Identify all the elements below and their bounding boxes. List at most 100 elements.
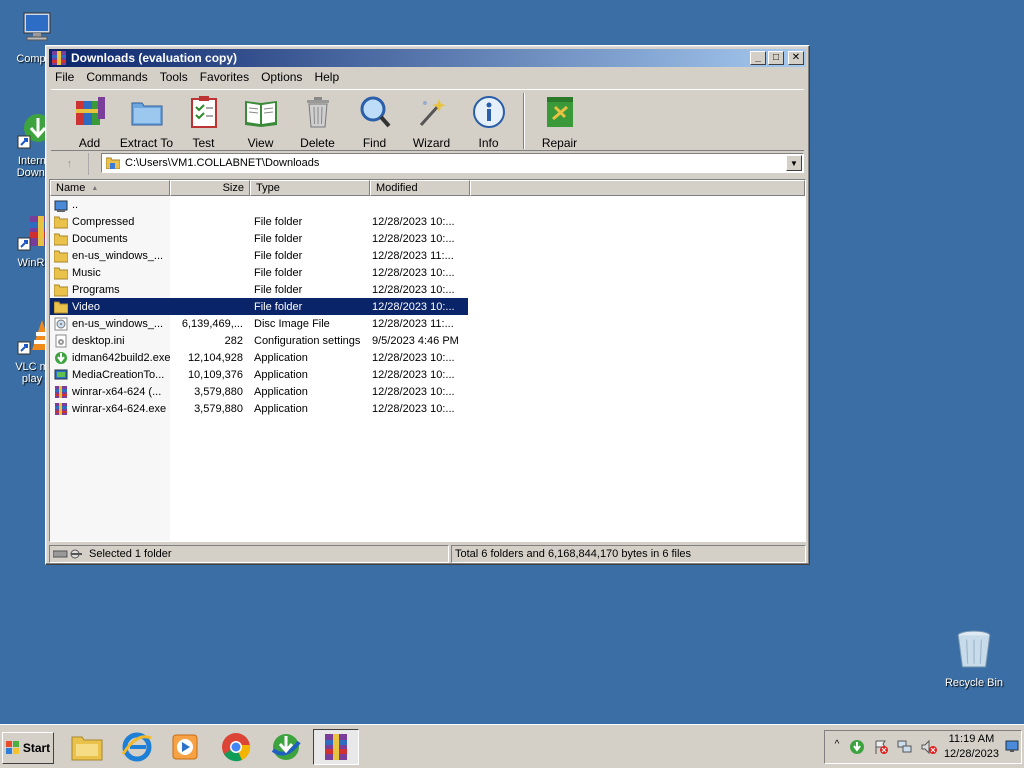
delete-label: Delete — [300, 136, 335, 150]
menu-bar: File Commands Tools Favorites Options He… — [49, 68, 806, 86]
view-label: View — [247, 136, 274, 150]
minimize-button[interactable]: _ — [750, 51, 766, 65]
minimize-icon: _ — [755, 52, 761, 63]
disc-image-icon — [54, 317, 68, 330]
up-one-level-button[interactable]: ↑ — [51, 153, 89, 175]
address-dropdown-button[interactable]: ▼ — [786, 155, 802, 171]
file-name: en-us_windows_... — [72, 249, 164, 262]
info-button[interactable]: Info — [460, 90, 517, 150]
status-selection: Selected 1 folder — [89, 548, 172, 560]
file-row[interactable]: Music File folder 12/28/2023 10:... — [50, 264, 805, 281]
add-button[interactable]: Add — [61, 90, 118, 150]
taskbar-idm[interactable] — [263, 729, 309, 765]
find-button[interactable]: Find — [346, 90, 403, 150]
menu-commands[interactable]: Commands — [80, 70, 153, 84]
file-row[interactable]: en-us_windows_... File folder 12/28/2023 1… — [50, 247, 805, 264]
address-field[interactable]: C:\Users\VM1.COLLABNET\Downloads ▼ — [101, 153, 804, 173]
taskbar-chrome[interactable] — [213, 729, 259, 765]
file-type: File folder — [254, 249, 303, 262]
trash-icon — [306, 97, 329, 128]
column-size-label: Size — [222, 182, 244, 194]
folder-icon — [106, 157, 120, 169]
file-name-cell: winrar-x64-624.exe — [50, 402, 170, 416]
info-label: Info — [478, 136, 499, 150]
menu-favorites[interactable]: Favorites — [194, 70, 255, 84]
taskbar: Start ^ 11:19 AM 12/28/2023 — [0, 724, 1024, 768]
column-name-label: Name — [56, 182, 86, 194]
status-bar: Selected 1 folder Total 6 folders and 6,… — [49, 545, 806, 563]
menu-help[interactable]: Help — [308, 70, 345, 84]
status-total: Total 6 folders and 6,168,844,170 bytes … — [455, 548, 692, 560]
repair-button[interactable]: Repair — [531, 90, 588, 150]
winrar-exe-icon — [55, 402, 67, 415]
file-name-cell: .. — [50, 198, 170, 212]
extract-to-button[interactable]: Extract To — [118, 90, 175, 150]
window-title: Downloads (evaluation copy) — [71, 51, 238, 65]
taskbar-file-explorer[interactable] — [64, 729, 110, 765]
clock[interactable]: 11:19 AM 12/28/2023 — [944, 732, 999, 762]
file-name: Compressed — [72, 215, 135, 228]
column-header-name[interactable]: Name ▲ — [50, 180, 170, 196]
action-center-flag-icon[interactable] — [873, 739, 889, 755]
file-row[interactable]: Video File folder 12/28/2023 10:... — [50, 298, 805, 315]
clock-date: 12/28/2023 — [943, 748, 999, 760]
folder-icon — [54, 233, 68, 245]
file-size: 3,579,880 — [194, 402, 243, 415]
taskbar-winrar[interactable] — [313, 729, 359, 765]
wizard-button[interactable]: Wizard — [403, 90, 460, 150]
column-header-type[interactable]: Type — [250, 180, 370, 196]
column-header-empty — [470, 180, 805, 196]
file-row[interactable]: winrar-x64-624 (... 3,579,880 Application 1… — [50, 383, 805, 400]
file-row[interactable]: winrar-x64-624.exe 3,579,880 Application 12… — [50, 400, 805, 417]
file-name: Programs — [72, 283, 120, 296]
file-row[interactable]: desktop.ini 282 Configuration settings 9/5/… — [50, 332, 805, 349]
extract-to-label: Extract To — [119, 136, 174, 150]
volume-muted-icon[interactable] — [921, 739, 937, 755]
file-type: Application — [254, 351, 308, 364]
file-row[interactable]: Programs File folder 12/28/2023 10:... — [50, 281, 805, 298]
file-modified: 12/28/2023 11:... — [372, 249, 454, 262]
add-label: Add — [78, 136, 101, 150]
column-header-modified[interactable]: Modified — [370, 180, 470, 196]
file-name-cell: Compressed — [50, 215, 170, 229]
taskbar-media-player[interactable] — [162, 729, 208, 765]
delete-button[interactable]: Delete — [289, 90, 346, 150]
taskbar-internet-explorer[interactable] — [114, 729, 160, 765]
show-desktop-icon[interactable] — [1005, 739, 1019, 753]
column-type-label: Type — [256, 182, 280, 194]
menu-options[interactable]: Options — [255, 70, 308, 84]
media-creation-icon — [54, 369, 68, 379]
file-row[interactable]: Compressed File folder 12/28/2023 10:... — [50, 213, 805, 230]
idm-tray-icon[interactable] — [849, 739, 865, 755]
desktop-icon-recycle-bin[interactable]: Recycle Bin — [939, 626, 1009, 689]
file-list-header: Name ▲ Size Type Modified — [50, 180, 805, 196]
maximize-button[interactable]: □ — [768, 51, 784, 65]
file-row[interactable]: MediaCreationTo... 10,109,376 Application 1… — [50, 366, 805, 383]
extract-to-icon — [131, 102, 162, 126]
file-modified: 9/5/2023 4:46 PM — [372, 334, 459, 347]
chrome-icon — [222, 733, 251, 762]
file-list[interactable]: Name ▲ Size Type Modified .. Compressed Fi… — [49, 179, 806, 542]
close-button[interactable]: ✕ — [788, 51, 804, 65]
menu-file[interactable]: File — [49, 70, 80, 84]
file-modified: 12/28/2023 10:... — [372, 215, 455, 228]
status-left: Selected 1 folder — [49, 545, 449, 563]
view-button[interactable]: View — [232, 90, 289, 150]
file-row[interactable]: .. — [50, 196, 805, 213]
recycle-bin-icon — [957, 630, 991, 668]
network-icon[interactable] — [897, 739, 913, 755]
status-right: Total 6 folders and 6,168,844,170 bytes … — [451, 545, 806, 563]
file-row[interactable]: en-us_windows_... 6,139,469,... Disc Image… — [50, 315, 805, 332]
menu-tools[interactable]: Tools — [154, 70, 194, 84]
drive-icon[interactable] — [53, 549, 83, 559]
file-name-cell: desktop.ini — [50, 334, 170, 348]
file-row[interactable]: Documents File folder 12/28/2023 10:... — [50, 230, 805, 247]
start-button[interactable]: Start — [2, 732, 54, 764]
file-name-cell: en-us_windows_... — [50, 317, 170, 331]
file-row[interactable]: idman642build2.exe 12,104,928 Application 1… — [50, 349, 805, 366]
window-titlebar[interactable]: Downloads (evaluation copy) _ □ ✕ — [49, 49, 806, 67]
column-header-size[interactable]: Size — [170, 180, 250, 196]
test-button[interactable]: Test — [175, 90, 232, 150]
file-name-cell: Programs — [50, 283, 170, 297]
show-hidden-icons-button[interactable]: ^ — [829, 739, 845, 755]
